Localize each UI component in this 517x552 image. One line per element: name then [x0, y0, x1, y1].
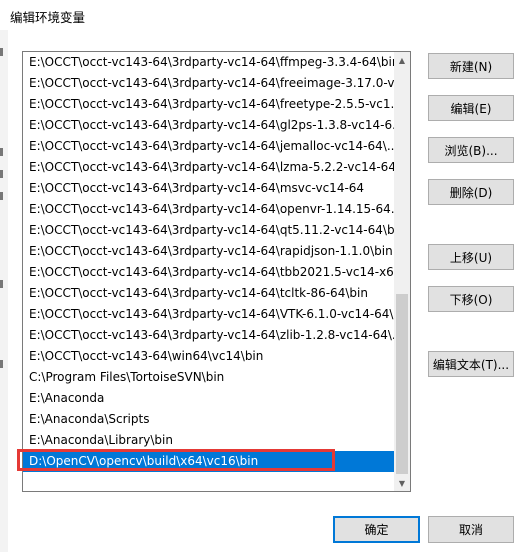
scroll-up-arrow-icon[interactable]: ▲: [394, 52, 410, 68]
list-item[interactable]: E:\OCCT\occt-vc143-64\3rdparty-vc14-64\o…: [23, 199, 395, 220]
list-item[interactable]: E:\OCCT\occt-vc143-64\3rdparty-vc14-64\j…: [23, 136, 395, 157]
path-list-items: E:\OCCT\occt-vc143-64\3rdparty-vc14-64\f…: [23, 52, 395, 472]
vertical-scrollbar[interactable]: ▲ ▼: [394, 52, 410, 491]
list-item[interactable]: E:\OCCT\occt-vc143-64\win64\vc14\bin: [23, 346, 395, 367]
ok-button[interactable]: 确定: [333, 516, 420, 543]
title-bar: 编辑环境变量: [0, 0, 517, 30]
path-list[interactable]: E:\OCCT\occt-vc143-64\3rdparty-vc14-64\f…: [22, 51, 411, 492]
list-item[interactable]: E:\Anaconda\Scripts: [23, 409, 395, 430]
move-down-button[interactable]: 下移(O): [428, 286, 514, 312]
scroll-down-arrow-icon[interactable]: ▼: [394, 475, 410, 491]
list-item[interactable]: E:\Anaconda: [23, 388, 395, 409]
edit-button[interactable]: 编辑(E): [428, 95, 514, 121]
list-item[interactable]: E:\OCCT\occt-vc143-64\3rdparty-vc14-64\z…: [23, 325, 395, 346]
list-item[interactable]: E:\OCCT\occt-vc143-64\3rdparty-vc14-64\f…: [23, 52, 395, 73]
new-button[interactable]: 新建(N): [428, 53, 514, 79]
list-item[interactable]: E:\OCCT\occt-vc143-64\3rdparty-vc14-64\l…: [23, 157, 395, 178]
list-item[interactable]: E:\OCCT\occt-vc143-64\3rdparty-vc14-64\f…: [23, 94, 395, 115]
scrollbar-thumb[interactable]: [396, 294, 408, 474]
delete-button[interactable]: 删除(D): [428, 179, 514, 205]
list-item[interactable]: E:\OCCT\occt-vc143-64\3rdparty-vc14-64\t…: [23, 262, 395, 283]
list-item[interactable]: E:\OCCT\occt-vc143-64\3rdparty-vc14-64\f…: [23, 73, 395, 94]
cancel-button[interactable]: 取消: [428, 516, 514, 543]
edit-text-button[interactable]: 编辑文本(T)...: [428, 351, 514, 377]
move-up-button[interactable]: 上移(U): [428, 244, 514, 270]
list-item[interactable]: C:\Program Files\TortoiseSVN\bin: [23, 367, 395, 388]
list-item-selected[interactable]: D:\OpenCV\opencv\build\x64\vc16\bin: [23, 451, 395, 472]
window-title: 编辑环境变量: [10, 10, 86, 25]
background-window-edge: [0, 30, 8, 552]
list-item[interactable]: E:\OCCT\occt-vc143-64\3rdparty-vc14-64\m…: [23, 178, 395, 199]
list-item[interactable]: E:\OCCT\occt-vc143-64\3rdparty-vc14-64\q…: [23, 220, 395, 241]
list-item[interactable]: E:\OCCT\occt-vc143-64\3rdparty-vc14-64\g…: [23, 115, 395, 136]
list-item[interactable]: E:\OCCT\occt-vc143-64\3rdparty-vc14-64\t…: [23, 283, 395, 304]
list-item[interactable]: E:\Anaconda\Library\bin: [23, 430, 395, 451]
browse-button[interactable]: 浏览(B)...: [428, 137, 514, 163]
list-item[interactable]: E:\OCCT\occt-vc143-64\3rdparty-vc14-64\V…: [23, 304, 395, 325]
list-item[interactable]: E:\OCCT\occt-vc143-64\3rdparty-vc14-64\r…: [23, 241, 395, 262]
